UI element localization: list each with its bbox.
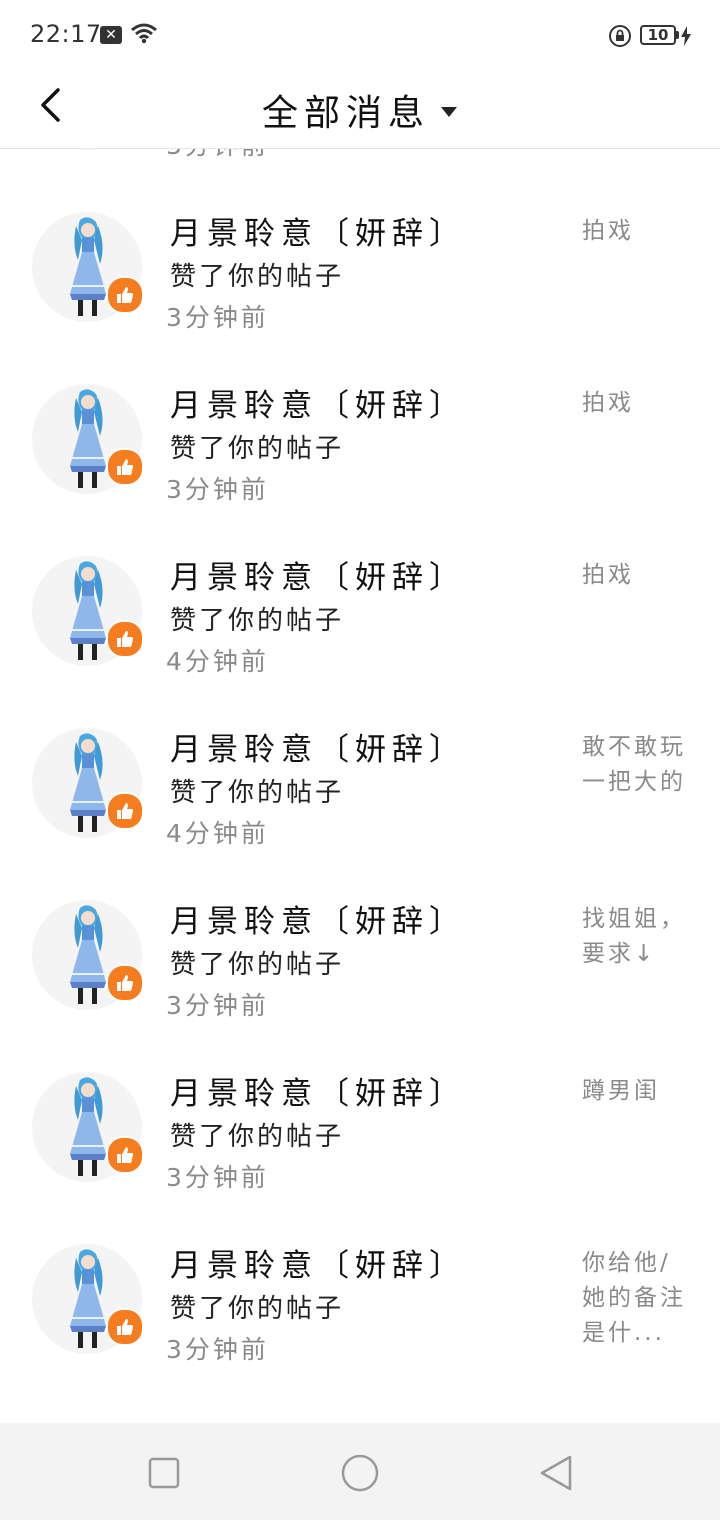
message-time: 4分钟前 (166, 647, 269, 676)
caret-down-icon (441, 107, 457, 117)
avatar[interactable] (32, 1072, 144, 1192)
status-time: 22:17 (30, 20, 102, 48)
avatar[interactable] (32, 384, 144, 504)
avatar[interactable] (32, 900, 144, 1020)
avatar[interactable] (32, 1244, 144, 1364)
sender-name[interactable]: 月景聆意〔妍辞〕 (170, 1068, 466, 1113)
header: 全部消息 (0, 72, 720, 149)
avatar[interactable] (32, 149, 142, 160)
message-time: 3分钟前 (166, 475, 269, 504)
avatar-image (62, 1248, 114, 1354)
message-row[interactable]: 月景聆意〔妍辞〕赞了你的帖子 4分钟前 拍戏 (0, 532, 720, 704)
thumbs-up-icon (106, 1136, 144, 1174)
square-icon (148, 1457, 180, 1489)
message-time: 3分钟前 (166, 991, 269, 1020)
sender-name[interactable]: 月景聆意〔妍辞〕 (170, 552, 466, 597)
post-title[interactable]: 你给他/她的备注是什... (582, 1246, 694, 1351)
post-title[interactable]: 敢不敢玩一把大的 (582, 730, 694, 800)
message-row[interactable]: 月景聆意〔妍辞〕赞了你的帖子 3分钟前 拍戏 (0, 188, 720, 360)
notification-x-icon: ✕ (100, 26, 122, 44)
navigation-bar (0, 1423, 720, 1520)
message-row[interactable]: 月景聆意〔妍辞〕赞了你的帖子 4分钟前 敢不敢玩一把大的 (0, 704, 720, 876)
message-time: 3分钟前 (166, 1163, 269, 1192)
avatar-image (62, 388, 114, 494)
message-row[interactable]: 月景聆意〔妍辞〕赞了你的帖子 3分钟前 蹲男闺 (0, 1048, 720, 1220)
thumbs-up-icon (106, 964, 144, 1002)
avatar-image (62, 216, 114, 322)
triangle-back-icon (540, 1455, 572, 1491)
thumbs-up-icon (106, 448, 144, 486)
message-action: 赞了你的帖子 (170, 1122, 345, 1152)
sender-name[interactable]: 月景聆意〔妍辞〕 (170, 1240, 466, 1285)
message-time: 3分钟前 (166, 303, 269, 332)
title-dropdown[interactable]: 全部消息 (0, 72, 720, 148)
wifi-icon (130, 22, 158, 48)
battery-icon: 10 (640, 25, 679, 45)
message-action: 赞了你的帖子 (170, 778, 345, 808)
message-time: 3分钟前 (166, 1335, 269, 1364)
sender-name[interactable]: 月景聆意〔妍辞〕 (170, 208, 466, 253)
avatar-image (62, 149, 114, 150)
message-row[interactable]: 月景聆意〔妍辞〕赞了你的帖子3分钟前 (0, 149, 720, 188)
sender-name[interactable]: 月景聆意〔妍辞〕 (170, 724, 466, 769)
post-title[interactable]: 拍戏 (582, 214, 694, 249)
message-action: 赞了你的帖子 (170, 950, 345, 980)
circle-icon (341, 1454, 379, 1492)
thumbs-up-icon (106, 792, 144, 830)
home-button[interactable] (338, 1451, 382, 1495)
post-title[interactable]: 找姐姐，要求↓ (582, 902, 694, 972)
avatar-image (62, 732, 114, 838)
rotation-lock-icon (608, 24, 632, 52)
avatar-image (62, 1076, 114, 1182)
page-title: 全部消息 (261, 93, 430, 134)
avatar[interactable] (32, 556, 144, 676)
message-row[interactable]: 月景聆意〔妍辞〕赞了你的帖子 3分钟前 找姐姐，要求↓ (0, 876, 720, 1048)
charging-icon (681, 26, 691, 50)
post-title[interactable]: 拍戏 (582, 386, 694, 421)
message-action: 赞了你的帖子 (170, 262, 345, 292)
battery-level: 10 (647, 26, 669, 44)
message-action: 赞了你的帖子 (170, 1294, 345, 1324)
post-title[interactable]: 拍戏 (582, 558, 694, 593)
message-action: 赞了你的帖子 (170, 434, 345, 464)
message-row[interactable]: 月景聆意〔妍辞〕赞了你的帖子 3分钟前 你给他/她的备注是什... (0, 1220, 720, 1392)
avatar-image (62, 560, 114, 666)
avatar-image (62, 904, 114, 1010)
message-list[interactable]: 月景聆意〔妍辞〕赞了你的帖子3分钟前月景聆意〔妍辞〕赞了你的帖子3分钟前拍戏月景… (0, 149, 720, 1423)
message-row[interactable]: 月景聆意〔妍辞〕赞了你的帖子 3分钟前 拍戏 (0, 360, 720, 532)
recents-button[interactable] (142, 1451, 186, 1495)
system-back-button[interactable] (534, 1451, 578, 1495)
status-bar: 22:17 ✕ 10 (0, 0, 720, 72)
post-title[interactable]: 蹲男闺 (582, 1074, 694, 1109)
avatar[interactable] (32, 728, 144, 848)
message-time: 3分钟前 (166, 149, 269, 162)
thumbs-up-icon (106, 276, 144, 314)
avatar[interactable] (32, 212, 144, 332)
message-action: 赞了你的帖子 (170, 606, 345, 636)
thumbs-up-icon (106, 1308, 144, 1346)
message-time: 4分钟前 (166, 819, 269, 848)
thumbs-up-icon (106, 620, 144, 658)
sender-name[interactable]: 月景聆意〔妍辞〕 (170, 896, 466, 941)
sender-name[interactable]: 月景聆意〔妍辞〕 (170, 380, 466, 425)
screen: 22:17 ✕ 10 全部消息 月景聆意〔妍辞〕 赞了你的帖子 3分钟前 拍戏 … (0, 0, 720, 1520)
